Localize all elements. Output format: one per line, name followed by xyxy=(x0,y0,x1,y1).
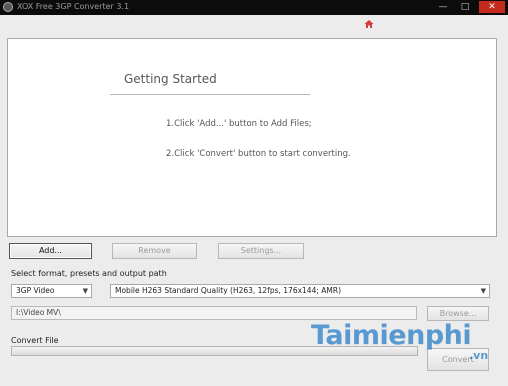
app-logo-icon xyxy=(3,2,13,12)
chevron-down-icon: ▼ xyxy=(480,287,486,295)
instruction-step-2: 2.Click 'Convert' button to start conver… xyxy=(166,149,351,159)
browse-button[interactable]: Browse... xyxy=(427,306,489,321)
title-bar: XOX Free 3GP Converter 3.1 — □ ✕ xyxy=(0,0,508,15)
add-button[interactable]: Add... xyxy=(9,243,92,259)
format-select-value: 3GP Video xyxy=(16,286,55,295)
home-icon[interactable] xyxy=(364,19,374,29)
preset-select[interactable]: Mobile H263 Standard Quality (H263, 12fp… xyxy=(110,284,490,298)
output-path-field[interactable]: I:\Video MV\ xyxy=(11,306,417,320)
file-list-area[interactable]: Getting Started 1.Click 'Add...' button … xyxy=(7,38,497,237)
settings-button[interactable]: Settings... xyxy=(218,243,304,259)
maximize-button[interactable]: □ xyxy=(458,1,472,13)
title-divider xyxy=(110,94,310,95)
convert-file-label: Convert File xyxy=(11,336,59,345)
chevron-down-icon: ▼ xyxy=(82,287,88,295)
remove-button[interactable]: Remove xyxy=(112,243,197,259)
watermark-logo: Taimienphi xyxy=(311,320,472,351)
instruction-step-1: 1.Click 'Add...' button to Add Files; xyxy=(166,119,312,129)
minimize-button[interactable]: — xyxy=(436,1,450,13)
watermark-suffix: .vn xyxy=(469,349,489,362)
preset-select-value: Mobile H263 Standard Quality (H263, 12fp… xyxy=(115,286,341,295)
close-button[interactable]: ✕ xyxy=(479,1,505,13)
format-select[interactable]: 3GP Video ▼ xyxy=(11,284,92,298)
window-title: XOX Free 3GP Converter 3.1 xyxy=(17,2,130,11)
getting-started-title: Getting Started xyxy=(124,72,217,86)
format-section-label: Select format, presets and output path xyxy=(11,269,167,278)
